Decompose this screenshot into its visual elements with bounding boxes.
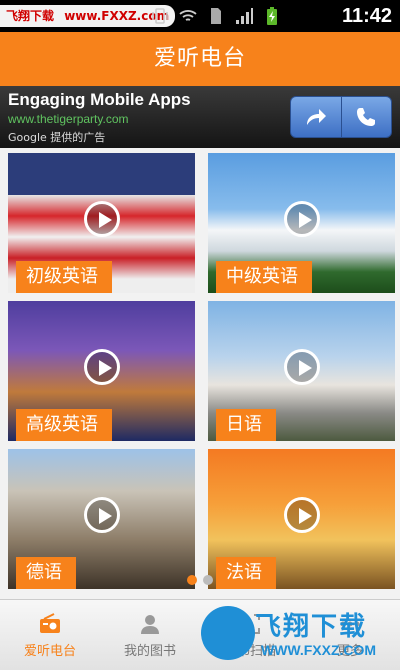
watermark-brand: 飞翔下载 <box>255 612 368 642</box>
signal-icon <box>236 8 253 24</box>
ad-call-button[interactable] <box>340 97 392 137</box>
page-dot-active <box>187 575 197 585</box>
tile-label: 德语 <box>16 557 76 589</box>
course-tile-intermediate-english[interactable]: 中级英语 <box>208 153 395 293</box>
sim-icon <box>211 8 221 24</box>
page-indicator <box>187 575 213 585</box>
ad-banner[interactable]: Engaging Mobile Apps www.thetigerparty.c… <box>0 86 400 148</box>
ad-note: Google 提供的广告 <box>8 131 106 144</box>
play-icon[interactable] <box>83 497 120 533</box>
share-arrow-icon <box>306 109 326 125</box>
watermark-url-bottom: WWW.FXXZ.COM <box>261 642 377 658</box>
course-tile-japanese[interactable]: 日语 <box>208 301 395 441</box>
course-tile-french[interactable]: 法语 <box>208 449 395 589</box>
ad-share-button[interactable] <box>291 97 341 137</box>
tile-label: 中级英语 <box>216 261 312 293</box>
status-bar: 飞翔下载 www.FXXZ.com 11:42 <box>0 0 400 32</box>
page-title: 爱听电台 <box>153 46 246 71</box>
site-watermark-logo: 飞翔下载 WWW.FXXZ.COM <box>195 600 400 669</box>
person-icon <box>141 615 159 634</box>
play-icon[interactable] <box>283 349 320 385</box>
clock: 11:42 <box>341 5 392 27</box>
vibrate-icon <box>152 8 168 24</box>
course-grid: 初级英语 中级英语 高级英语 日语 德语 法语 <box>0 148 400 599</box>
tab-my-books[interactable]: 我的图书 <box>100 600 200 670</box>
course-tile-advanced-english[interactable]: 高级英语 <box>8 301 195 441</box>
course-tile-beginner-english[interactable]: 初级英语 <box>8 153 195 293</box>
phone-icon <box>357 108 376 126</box>
tile-label: 法语 <box>216 557 276 589</box>
tab-radio[interactable]: 爱听电台 <box>0 600 100 670</box>
watermark-site: 飞翔下载 <box>6 9 55 23</box>
tab-label: 我的图书 <box>123 644 176 659</box>
page-dot <box>203 575 213 585</box>
play-icon[interactable] <box>83 201 120 237</box>
play-icon[interactable] <box>283 497 320 533</box>
tile-label: 高级英语 <box>16 409 112 441</box>
watermark-logo-icon <box>201 606 255 660</box>
course-tile-german[interactable]: 德语 <box>8 449 195 589</box>
radio-icon <box>40 613 60 633</box>
ad-url[interactable]: www.thetigerparty.com <box>8 112 129 126</box>
ad-buttons <box>290 96 392 138</box>
tile-label: 初级英语 <box>16 261 112 293</box>
ad-title[interactable]: Engaging Mobile Apps <box>8 90 191 110</box>
watermark-badge: 飞翔下载 www.FXXZ.com <box>0 5 176 27</box>
tab-label: 爱听电台 <box>23 644 76 659</box>
play-icon[interactable] <box>83 349 120 385</box>
battery-charging-icon <box>267 7 277 25</box>
app-title-bar: 爱听电台 <box>0 32 400 86</box>
tile-label: 日语 <box>216 409 276 441</box>
play-icon[interactable] <box>283 201 320 237</box>
wifi-icon <box>179 10 197 21</box>
